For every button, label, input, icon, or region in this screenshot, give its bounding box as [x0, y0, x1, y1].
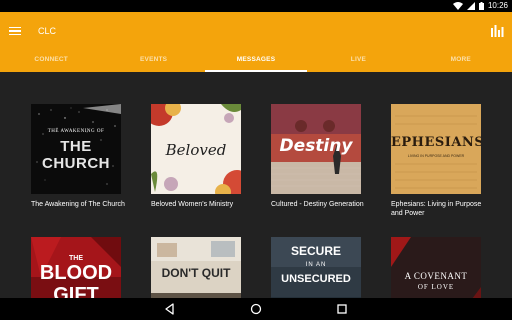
- artwork-main-text: BLOOD: [39, 262, 113, 284]
- artwork-main-text: OF LOVE: [417, 283, 455, 291]
- artwork-main-text: UNSECURED: [281, 273, 351, 285]
- wifi-icon: [452, 2, 463, 10]
- bar-chart-icon[interactable]: [489, 23, 505, 39]
- tab-events[interactable]: EVENTS: [102, 52, 204, 72]
- battery-icon: [478, 2, 484, 10]
- artwork-top-text: THE: [69, 255, 83, 262]
- artwork-main-text: Destiny: [279, 136, 353, 156]
- message-title: Beloved Women's Ministry: [151, 201, 234, 208]
- status-bar: 10:26: [0, 0, 512, 12]
- message-title: Cultured - Destiny Generation: [271, 201, 364, 208]
- artwork-sub-text: LIVING IN PURPOSE AND POWER: [407, 154, 465, 158]
- artwork-top-text: SECURE: [290, 244, 341, 258]
- artwork-top-text: THE AWAKENING OF: [47, 129, 105, 134]
- status-icons: 10:26: [452, 1, 508, 11]
- message-card[interactable]: THE AWAKENING OF THE CHURCH The Awakenin…: [31, 104, 125, 209]
- tab-connect[interactable]: CONNECT: [0, 52, 102, 72]
- message-artwork: Destiny: [271, 104, 361, 194]
- message-title: The Awakening of The Church: [31, 201, 125, 208]
- signal-icon: [466, 2, 475, 10]
- message-artwork: EPHESIANS LIVING IN PURPOSE AND POWER: [391, 104, 481, 194]
- tab-bar: CONNECT EVENTS MESSAGES LIVE MORE: [0, 52, 512, 72]
- recents-icon[interactable]: [335, 302, 349, 316]
- message-card[interactable]: Destiny Cultured - Destiny Generation: [271, 104, 364, 209]
- artwork-main-text: EPHESIANS: [391, 135, 481, 150]
- message-artwork: Beloved: [151, 104, 241, 194]
- tab-messages[interactable]: MESSAGES: [204, 52, 308, 72]
- hamburger-icon[interactable]: [7, 23, 23, 39]
- navigation-bar: [0, 298, 512, 320]
- messages-grid: THE AWAKENING OF THE CHURCH The Awakenin…: [0, 72, 512, 320]
- message-title: Ephesians: Living in Purpose and Power: [391, 201, 482, 217]
- artwork-top-text: A COVENANT: [404, 271, 468, 281]
- app-title: CLC: [38, 26, 57, 36]
- app-root: 10:26 CLC CONNECT EVENTS MESSAGES LIVE M…: [0, 0, 512, 320]
- message-card[interactable]: Beloved Beloved Women's Ministry: [151, 104, 243, 209]
- artwork-main-text: DON'T QUIT: [161, 266, 231, 280]
- home-icon[interactable]: [249, 302, 263, 316]
- clock: 10:26: [487, 1, 508, 10]
- tab-live[interactable]: LIVE: [307, 52, 409, 72]
- artwork-main-text: THE CHURCH: [42, 138, 110, 172]
- tab-more[interactable]: MORE: [410, 52, 512, 72]
- artwork-mid-text: IN AN: [305, 262, 327, 268]
- artwork-main-text: Beloved: [165, 141, 227, 159]
- back-icon[interactable]: [163, 302, 177, 316]
- message-card[interactable]: EPHESIANS LIVING IN PURPOSE AND POWER Ep…: [391, 104, 483, 218]
- message-artwork: THE AWAKENING OF THE CHURCH: [31, 104, 121, 194]
- app-bar: CLC CONNECT EVENTS MESSAGES LIVE MORE: [0, 12, 512, 72]
